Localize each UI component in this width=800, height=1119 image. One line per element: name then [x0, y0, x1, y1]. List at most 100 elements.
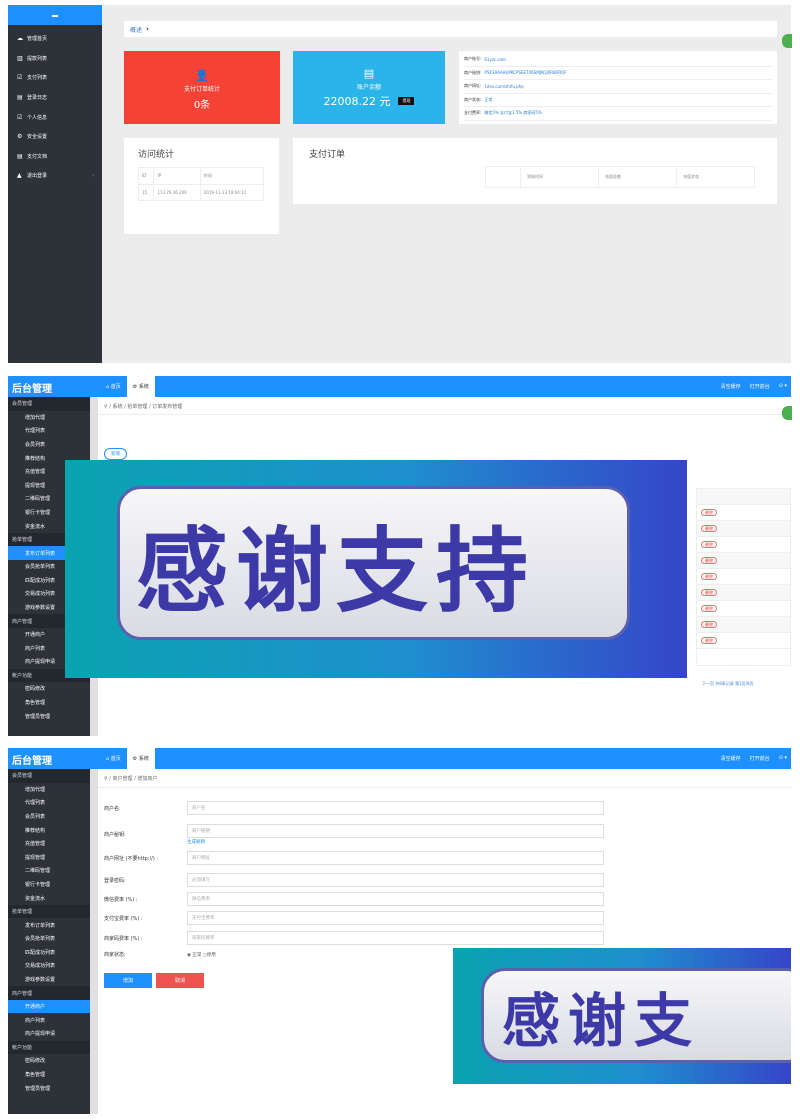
- delete-button[interactable]: 删除: [701, 541, 717, 548]
- info-key: 支付费率:: [464, 110, 482, 116]
- form-input[interactable]: 商家码费率: [187, 931, 604, 945]
- form-input[interactable]: 商户名: [187, 801, 604, 815]
- menu-icon: ⚙: [17, 133, 23, 141]
- table-header-row: 到账时间 充值金额 充值状态: [485, 166, 756, 188]
- clear-cache-link[interactable]: 清空缓存: [721, 755, 741, 762]
- sidebar-item[interactable]: 增加代理: [8, 783, 90, 797]
- form-input[interactable]: 商户秘钥: [187, 824, 604, 838]
- sidebar-group[interactable]: 帐户功能: [8, 1040, 90, 1055]
- delete-button[interactable]: 删除: [701, 573, 717, 580]
- sidebar-item[interactable]: 角色管理: [8, 1068, 90, 1082]
- sidebar-item[interactable]: 会员抢单列表: [8, 932, 90, 946]
- user-icon: 👤: [195, 69, 209, 82]
- side-float-tab[interactable]: [782, 34, 792, 48]
- add-button[interactable]: 新增: [104, 448, 127, 460]
- withdraw-button[interactable]: 提现: [398, 97, 415, 105]
- sidebar-item[interactable]: 充值管理: [8, 837, 90, 851]
- sidebar-item[interactable]: 提现管理: [8, 850, 90, 864]
- sidebar-item[interactable]: 管理员管理: [8, 709, 90, 723]
- sidebar-item-4[interactable]: ☑ 个人信息: [8, 107, 102, 127]
- submit-button[interactable]: 增加: [104, 973, 152, 988]
- sidebar-item-2[interactable]: ☑ 支付列表: [8, 68, 102, 88]
- sidebar-item-3[interactable]: ▤ 登录日志: [8, 88, 102, 108]
- sidebar-item[interactable]: 交易成功列表: [8, 959, 90, 973]
- tab-home[interactable]: ⌂ 首页: [100, 376, 127, 397]
- sidebar-scrollbar[interactable]: [90, 769, 98, 1114]
- sidebar-item[interactable]: 二维码管理: [8, 864, 90, 878]
- table-row: 删除: [697, 553, 790, 569]
- balance-card: ▤ 账户余额 22008.22 元 提现: [293, 51, 445, 124]
- form-label: 支付宝费率 (%) :: [104, 915, 143, 922]
- sidebar-item[interactable]: 密码修改: [8, 682, 90, 696]
- delete-button[interactable]: 删除: [701, 509, 717, 516]
- sidebar-item[interactable]: 商户提现申请: [8, 1027, 90, 1041]
- form-input[interactable]: 支付宝费率: [187, 911, 604, 925]
- banner-text: 感谢支持: [136, 517, 537, 625]
- sidebar-item[interactable]: 发布订单列表: [8, 918, 90, 932]
- table-header: 充值金额: [597, 166, 677, 188]
- tab-home[interactable]: ⌂ 首页: [100, 748, 127, 769]
- sidebar-item[interactable]: 管理员管理: [8, 1081, 90, 1095]
- sidebar-item[interactable]: 游戏参数设置: [8, 973, 90, 987]
- delete-button[interactable]: 删除: [701, 621, 717, 628]
- sidebar-group[interactable]: 抢单管理: [8, 904, 90, 919]
- generate-key-link[interactable]: 生成秘钥: [187, 839, 604, 845]
- table-header: 时间: [199, 167, 265, 185]
- sidebar-item[interactable]: 推荐结构: [8, 823, 90, 837]
- sidebar-item[interactable]: 银行卡管理: [8, 878, 90, 892]
- table-row: 15 113.76.36.209 2019-11-13 19:04:12: [137, 184, 265, 201]
- delete-button[interactable]: 删除: [701, 637, 717, 644]
- delete-button[interactable]: 删除: [701, 605, 717, 612]
- sidebar-item-1[interactable]: ▥ 提款列表: [8, 49, 102, 69]
- sidebar-item[interactable]: 角色管理: [8, 696, 90, 710]
- delete-button[interactable]: 删除: [701, 525, 717, 532]
- open-frontend-link[interactable]: 打开前台: [750, 755, 770, 762]
- sidebar-item-0[interactable]: ☁ 管理首页: [8, 29, 102, 49]
- sidebar-item[interactable]: 开通商户: [8, 999, 90, 1014]
- table-cell: 113.76.36.209: [153, 184, 201, 201]
- delete-button[interactable]: 删除: [701, 557, 717, 564]
- menu-icon: ▥: [17, 54, 23, 62]
- thanks-banner: 感谢支持: [65, 460, 687, 678]
- cancel-button[interactable]: 取消: [156, 973, 204, 988]
- menu-toggle-button[interactable]: [8, 5, 102, 25]
- sidebar-item[interactable]: 匹配成功列表: [8, 946, 90, 960]
- sidebar-group[interactable]: 会员管理: [8, 769, 90, 783]
- form-input[interactable]: 微信费率: [187, 892, 604, 906]
- user-menu[interactable]: ⊙ ▾: [779, 383, 787, 390]
- radio-normal[interactable]: ◉: [187, 953, 191, 958]
- sidebar-item[interactable]: 资金流水: [8, 891, 90, 905]
- table-header: [485, 166, 521, 188]
- sidebar-group[interactable]: 会员管理: [8, 397, 90, 411]
- sidebar-item[interactable]: 会员列表: [8, 810, 90, 824]
- tab-system[interactable]: ⚙ 系统: [126, 376, 155, 397]
- sidebar-item[interactable]: 商户列表: [8, 1013, 90, 1027]
- form-input[interactable]: 必须填写: [187, 873, 604, 887]
- top-bar: 后台管理 ⌂ 首页 ⚙ 系统 清空缓存 打开前台 ⊙ ▾: [8, 748, 791, 769]
- pagination[interactable]: 下一页 共8条记录 第1页/8页: [702, 681, 754, 687]
- order-stat-value: 0条: [193, 100, 211, 111]
- breadcrumb-overview[interactable]: 概述: [130, 25, 142, 34]
- sidebar-item-label: 安全设置: [27, 134, 48, 141]
- open-frontend-link[interactable]: 打开前台: [750, 383, 770, 390]
- sidebar-item[interactable]: 会员列表: [8, 438, 90, 452]
- document-icon: ▤: [363, 67, 375, 80]
- form-input[interactable]: 商户网址: [187, 851, 604, 865]
- delete-button[interactable]: 删除: [701, 589, 717, 596]
- clear-cache-link[interactable]: 清空缓存: [721, 383, 741, 390]
- sidebar-item[interactable]: 密码修改: [8, 1054, 90, 1068]
- side-float-tab-2[interactable]: [782, 406, 792, 420]
- orders-table: 到账时间 充值金额 充值状态: [485, 166, 756, 188]
- sidebar-item[interactable]: 增加代理: [8, 411, 90, 425]
- top-bar: 后台管理 ⌂ 首页 ⚙ 系统 清空缓存 打开前台 ⊙ ▾: [8, 376, 791, 397]
- form-row: 商户网址 (不要http://) : 商户网址: [104, 851, 604, 865]
- sidebar-group[interactable]: 商户管理: [8, 986, 90, 1000]
- user-menu[interactable]: ⊙ ▾: [779, 755, 787, 762]
- sidebar-item-7[interactable]: ▲ 退出登录 ›: [8, 166, 102, 186]
- sidebar-item[interactable]: 代理列表: [8, 796, 90, 810]
- sidebar-item-6[interactable]: ▤ 支付文档: [8, 147, 102, 167]
- tab-system[interactable]: ⚙ 系统: [126, 748, 155, 769]
- sidebar-item-5[interactable]: ⚙ 安全设置: [8, 127, 102, 147]
- sidebar-item[interactable]: 代理列表: [8, 424, 90, 438]
- pay-orders-title: 支付订单: [309, 150, 346, 160]
